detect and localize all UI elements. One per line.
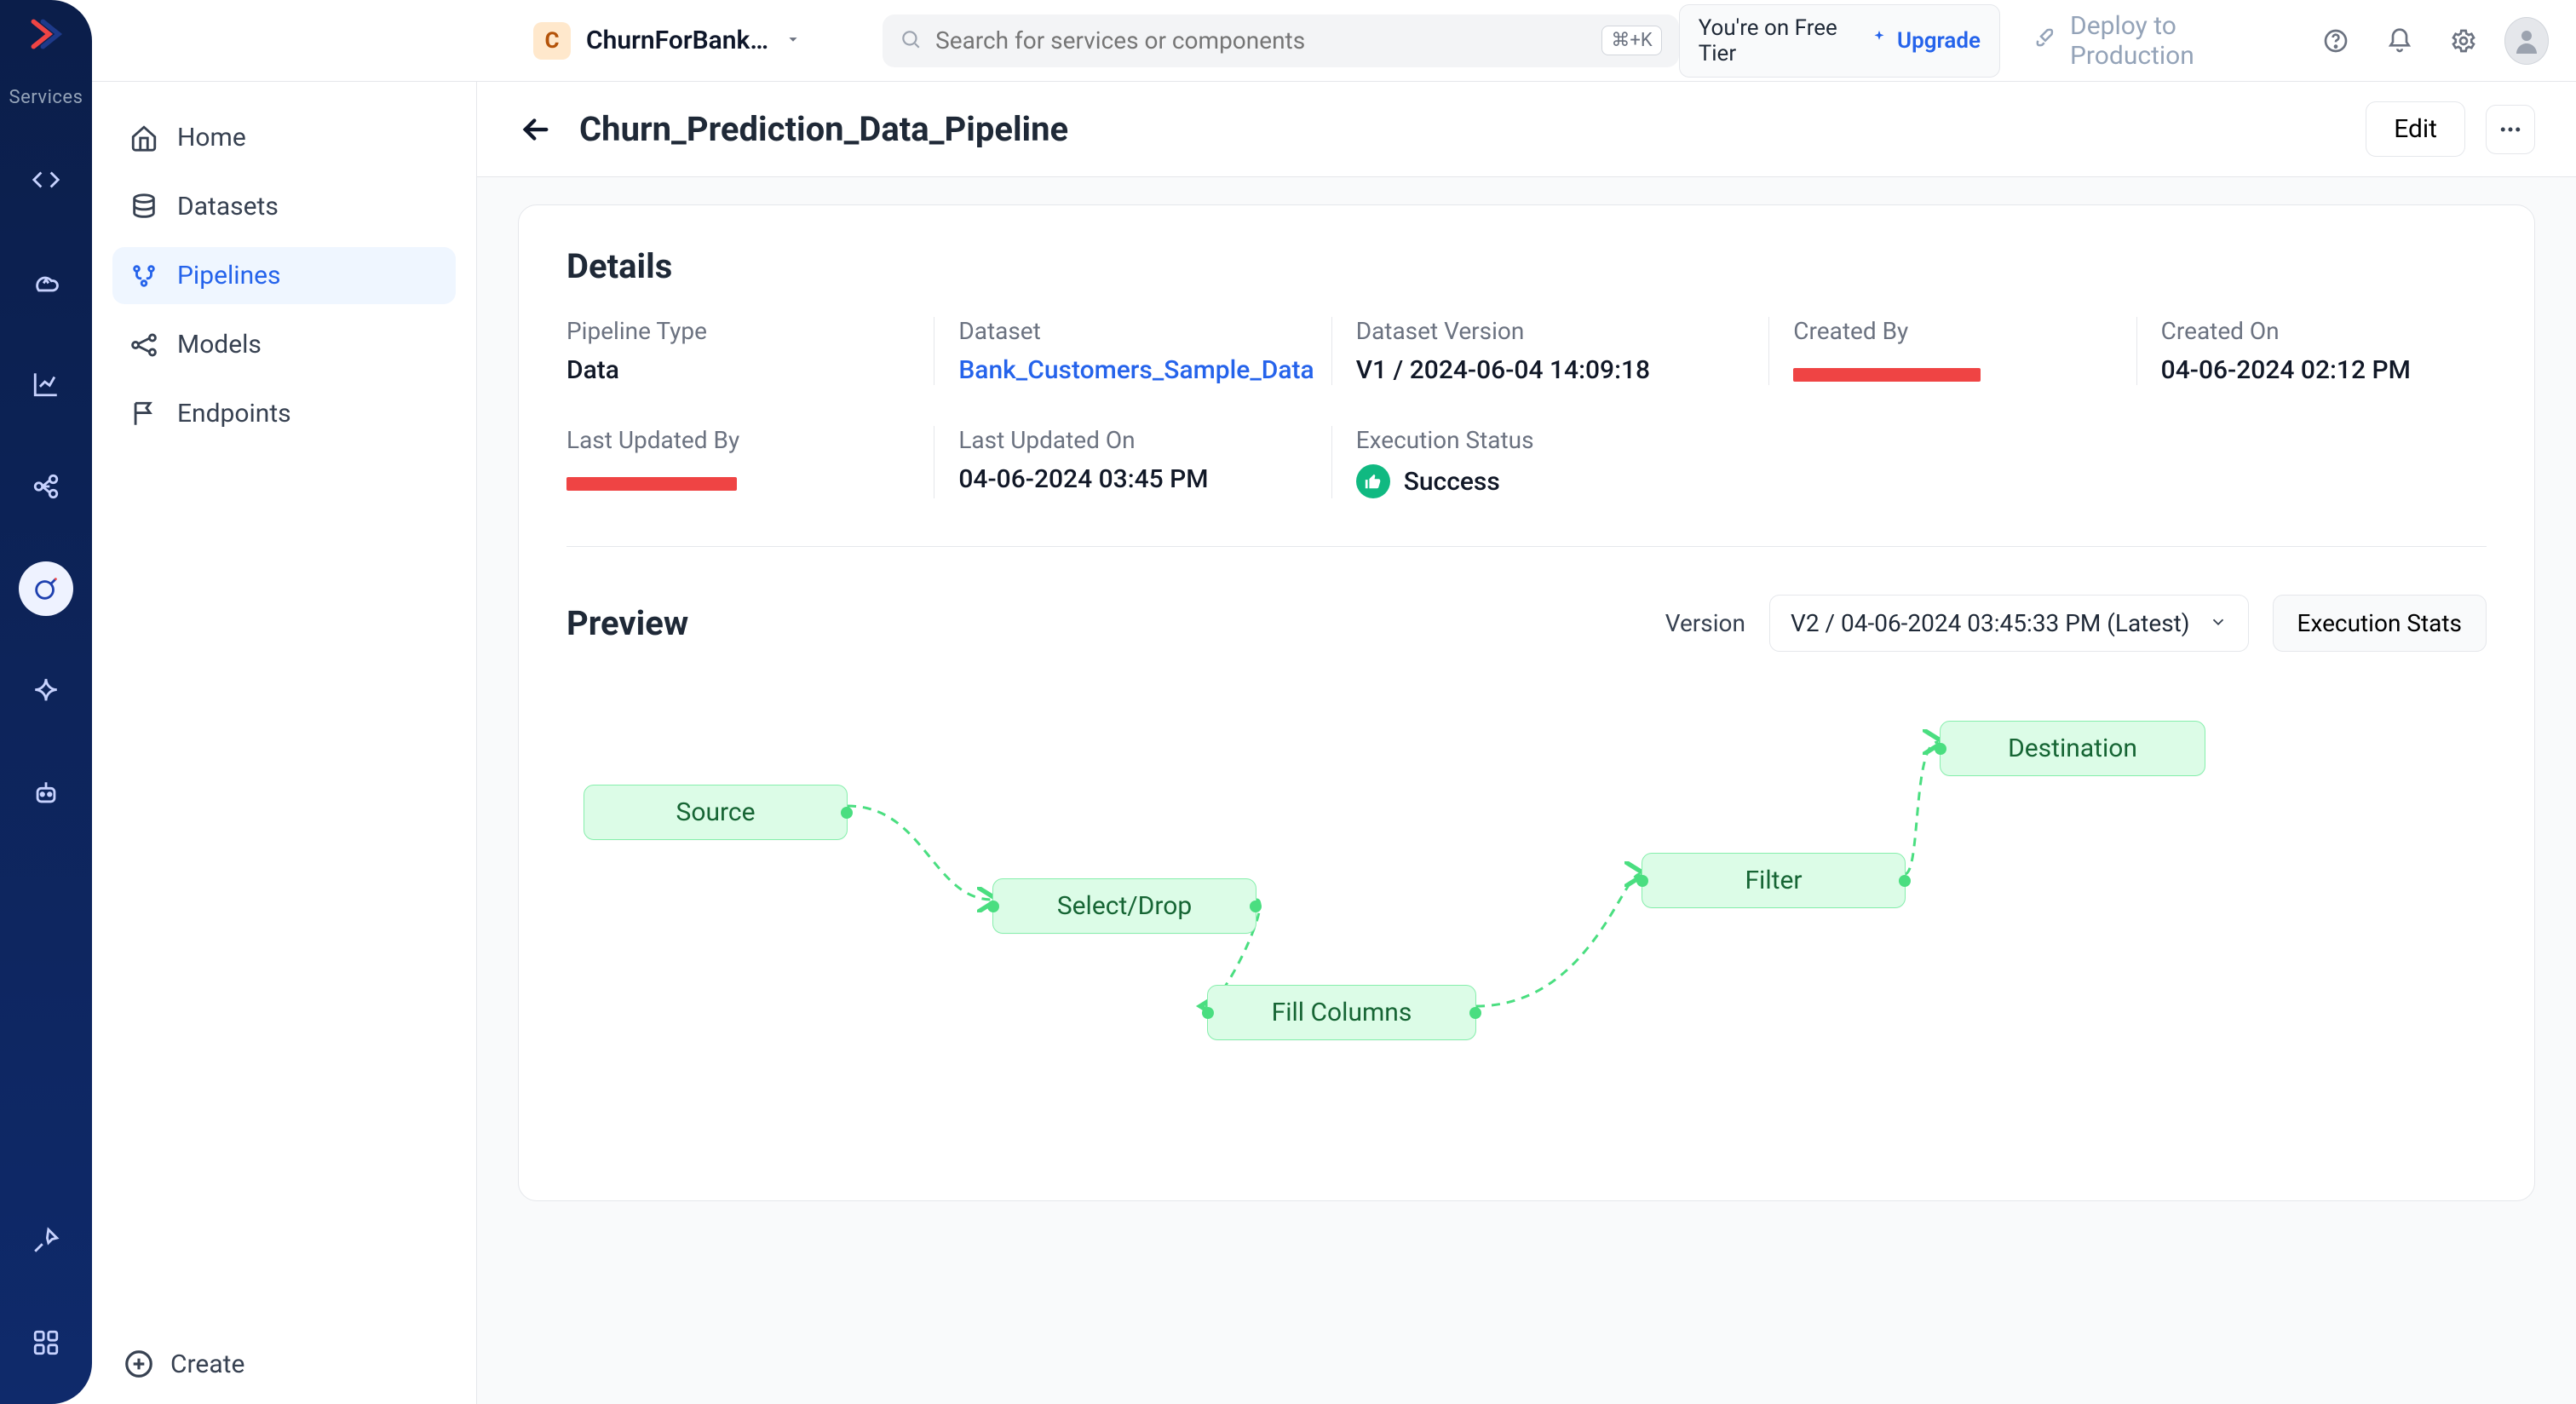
rocket-icon [2033, 25, 2058, 57]
global-search[interactable]: ⌘+K [883, 14, 1679, 67]
chevron-down-icon [2209, 609, 2228, 637]
rail-item-code[interactable] [19, 152, 73, 207]
search-input[interactable] [935, 26, 1588, 55]
version-label: Version [1665, 609, 1745, 637]
main-content: Details Pipeline TypeData DatasetBank_Cu… [477, 177, 2576, 1404]
bell-icon[interactable] [2383, 23, 2416, 59]
node-filter[interactable]: Filter [1642, 853, 1906, 908]
more-menu-button[interactable] [2486, 105, 2535, 154]
details-heading: Details [566, 246, 2487, 286]
deploy-to-production[interactable]: Deploy to Production [2033, 11, 2288, 71]
pipeline-diagram: Source Select/Drop Fill Columns Filter D… [566, 682, 2487, 1159]
rail-item-cloud[interactable] [19, 255, 73, 309]
project-name: ChurnForBank… [586, 26, 768, 55]
redacted-text [1793, 368, 1981, 382]
sidebar-item-datasets[interactable]: Datasets [112, 178, 456, 235]
rail-item-connect[interactable] [19, 459, 73, 514]
node-fill-columns[interactable]: Fill Columns [1207, 985, 1476, 1040]
app-logo [27, 15, 65, 53]
rail-item-apps[interactable] [19, 1315, 73, 1370]
models-icon [129, 331, 158, 360]
sidebar-item-label: Models [177, 330, 262, 360]
rail-item-tools[interactable] [19, 1213, 73, 1268]
redacted-text [566, 477, 737, 491]
gear-icon[interactable] [2447, 23, 2481, 59]
rail-item-quickml[interactable] [19, 561, 73, 616]
created-on-value: 04-06-2024 02:12 PM [2161, 355, 2487, 385]
flag-icon [129, 400, 158, 429]
preview-heading: Preview [566, 603, 688, 643]
page-header: Churn_Prediction_Data_Pipeline Edit [477, 82, 2576, 177]
version-select[interactable]: V2 / 04-06-2024 03:45:33 PM (Latest) [1769, 595, 2249, 652]
plus-circle-icon [123, 1348, 155, 1380]
project-selector[interactable]: C ChurnForBank… [521, 14, 814, 68]
rail-section-label: Services [9, 87, 83, 108]
pipeline-icon [129, 262, 158, 291]
search-shortcut-badge: ⌘+K [1601, 26, 1661, 55]
rail-item-spark[interactable] [19, 664, 73, 718]
icon-rail: Services [0, 0, 92, 1404]
upgrade-link[interactable]: Upgrade [1897, 28, 1981, 54]
rail-item-bot[interactable] [19, 766, 73, 820]
node-destination[interactable]: Destination [1940, 721, 2205, 776]
sidebar-item-label: Pipelines [177, 261, 281, 291]
back-button[interactable] [518, 109, 559, 150]
chevron-down-icon [784, 30, 802, 52]
sidebar-item-home[interactable]: Home [112, 109, 456, 166]
thumbs-up-icon [1356, 464, 1390, 498]
sidebar-item-pipelines[interactable]: Pipelines [112, 247, 456, 304]
last-updated-on-value: 04-06-2024 03:45 PM [958, 464, 1314, 494]
user-avatar[interactable] [2504, 17, 2549, 65]
page-title: Churn_Prediction_Data_Pipeline [579, 109, 1068, 149]
node-select-drop[interactable]: Select/Drop [992, 878, 1256, 934]
details-card: Details Pipeline TypeData DatasetBank_Cu… [518, 204, 2535, 1201]
tier-text: You're on Free Tier [1699, 15, 1860, 66]
pipeline-type-value: Data [566, 355, 917, 385]
dataset-version-value: V1 / 2024-06-04 14:09:18 [1356, 355, 1752, 385]
rail-item-analytics[interactable] [19, 357, 73, 411]
node-source[interactable]: Source [584, 785, 848, 840]
execution-status-value: Success [1356, 464, 1752, 498]
database-icon [129, 193, 158, 222]
topbar: C ChurnForBank… ⌘+K You're on Free Tier … [92, 0, 2576, 82]
sidebar-item-label: Datasets [177, 192, 279, 222]
create-button[interactable]: Create [112, 1324, 456, 1404]
execution-stats-button[interactable]: Execution Stats [2273, 595, 2487, 652]
home-icon [129, 124, 158, 152]
project-avatar: C [533, 22, 571, 60]
edit-button[interactable]: Edit [2366, 101, 2465, 157]
help-icon[interactable] [2319, 23, 2352, 59]
search-icon [900, 28, 922, 54]
sidebar-item-label: Endpoints [177, 399, 291, 429]
sidebar-item-endpoints[interactable]: Endpoints [112, 385, 456, 442]
sidebar-item-models[interactable]: Models [112, 316, 456, 373]
last-updated-by-value [566, 464, 917, 494]
dataset-link[interactable]: Bank_Customers_Sample_Data [958, 355, 1314, 385]
sidebar-item-label: Home [177, 123, 246, 152]
tier-banner[interactable]: You're on Free Tier Upgrade [1679, 4, 2000, 78]
secondary-sidebar: QuickML Home Datasets Pipelines Models E… [92, 0, 477, 1404]
created-by-value [1793, 355, 2119, 385]
sparkle-icon [1870, 28, 1889, 54]
